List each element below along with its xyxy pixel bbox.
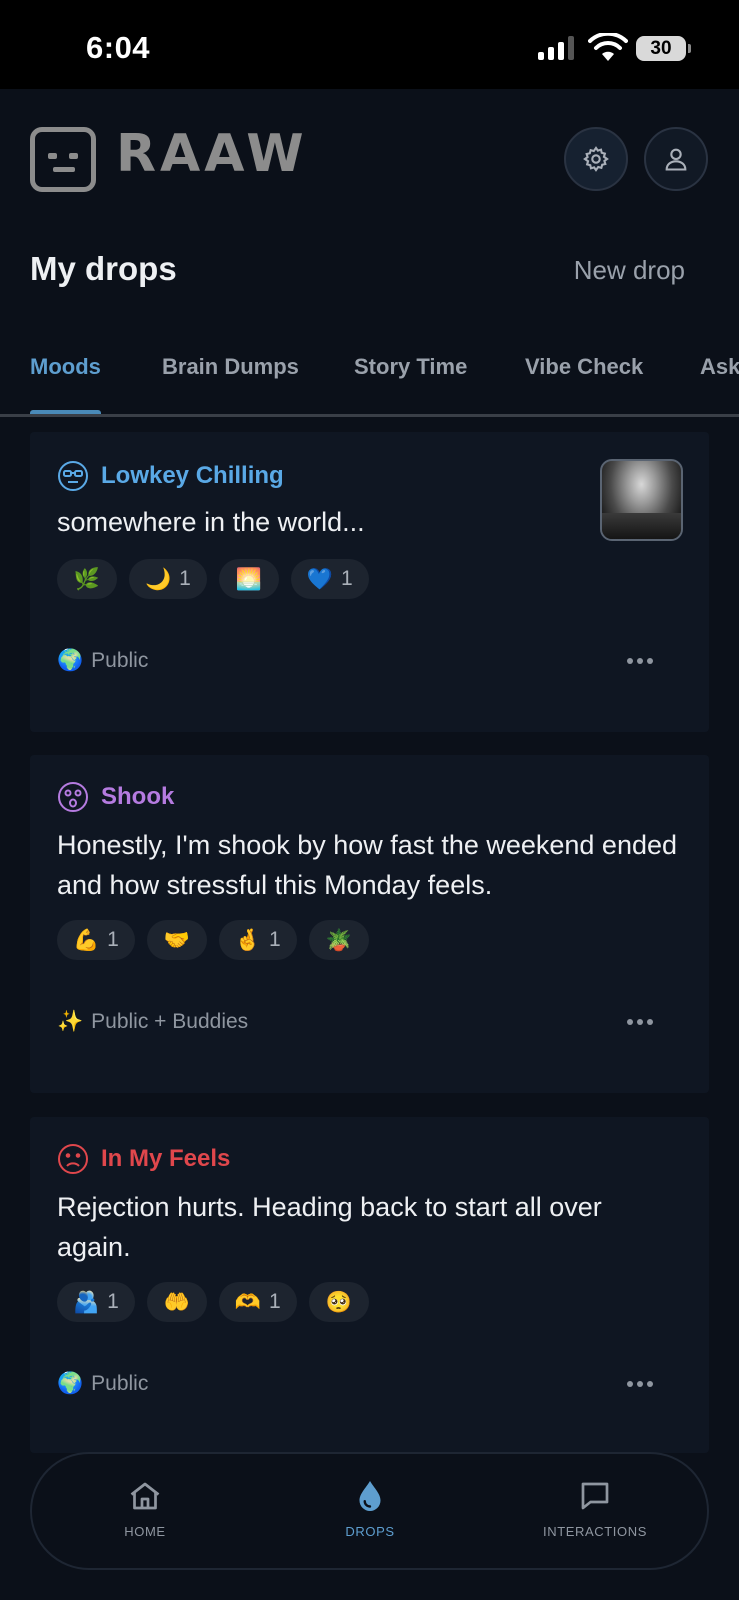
- mood-label: In My Feels: [101, 1145, 231, 1172]
- nav-interactions-label: INTERACTIONS: [543, 1524, 647, 1539]
- reaction-chip[interactable]: 🤝: [146, 920, 207, 960]
- tab-brain-dumps[interactable]: Brain Dumps: [162, 354, 299, 380]
- reaction-chip[interactable]: 🌿: [57, 559, 117, 599]
- tabs-divider: [0, 414, 739, 417]
- globe-icon: 🌍: [57, 648, 84, 672]
- reaction-chip[interactable]: 🪴: [308, 920, 369, 960]
- category-tabs: Moods Brain Dumps Story Time Vibe Check …: [0, 350, 739, 416]
- profile-button[interactable]: [644, 127, 708, 191]
- reaction-chip[interactable]: 🫶 1: [218, 1282, 297, 1322]
- nav-interactions[interactable]: INTERACTIONS: [525, 1478, 665, 1539]
- sparkles-icon: ✨: [57, 1009, 84, 1033]
- status-bar: 6:04 30: [0, 0, 739, 89]
- gear-icon: [583, 146, 609, 172]
- battery-icon: 30: [636, 36, 686, 61]
- tab-ask[interactable]: Ask: [700, 354, 739, 380]
- cellular-signal-icon: [538, 36, 574, 60]
- drop-icon: [359, 1481, 381, 1511]
- reactions-row: 💪 1 🤝 🤞 1 🪴: [57, 920, 369, 960]
- nav-drops-label: DROPS: [345, 1524, 395, 1539]
- tab-vibe-check[interactable]: Vibe Check: [525, 354, 643, 380]
- person-icon: [665, 148, 687, 171]
- reaction-chip[interactable]: 🥺: [308, 1282, 369, 1322]
- drop-text: Honestly, I'm shook by how fast the week…: [57, 830, 678, 900]
- mood-header: Shook: [57, 781, 174, 813]
- chat-bubble-icon: [581, 1482, 609, 1510]
- drop-text: somewhere in the world...: [57, 507, 365, 537]
- more-options-button[interactable]: [627, 658, 653, 664]
- mood-label: Lowkey Chilling: [101, 462, 284, 489]
- drop-card[interactable]: In My Feels Rejection hurts. Heading bac…: [30, 1117, 709, 1453]
- home-icon: [130, 1482, 160, 1510]
- drop-text: Rejection hurts. Heading back to start a…: [57, 1192, 602, 1262]
- sunglasses-face-icon: [58, 461, 88, 491]
- reaction-chip[interactable]: 🫂 1: [57, 1282, 135, 1322]
- battery-level: 30: [650, 37, 672, 59]
- tab-moods[interactable]: Moods: [30, 354, 101, 380]
- bottom-navigation: HOME DROPS INTERACTIONS: [30, 1452, 709, 1570]
- nav-home-label: HOME: [124, 1524, 166, 1539]
- reaction-chip[interactable]: 🌅: [218, 559, 279, 599]
- tab-story-time[interactable]: Story Time: [354, 354, 467, 380]
- app-logo-text: RAAW: [116, 124, 308, 184]
- reactions-row: 🫂 1 🤲 🫶 1 🥺: [57, 1282, 369, 1322]
- sad-face-icon: [58, 1144, 88, 1174]
- nav-drops[interactable]: DROPS: [300, 1478, 440, 1539]
- robot-face-icon: [30, 127, 96, 192]
- nav-home[interactable]: HOME: [75, 1478, 215, 1539]
- globe-icon: 🌍: [57, 1371, 84, 1395]
- wifi-icon: [588, 33, 628, 61]
- drop-card[interactable]: Shook Honestly, I'm shook by how fast th…: [30, 755, 709, 1093]
- drop-card[interactable]: Lowkey Chilling somewhere in the world..…: [30, 432, 709, 732]
- status-time: 6:04: [86, 30, 151, 65]
- settings-button[interactable]: [564, 127, 628, 191]
- battery-cap: [688, 44, 691, 53]
- drop-photo-thumbnail[interactable]: [600, 459, 683, 541]
- new-drop-button[interactable]: New drop: [574, 255, 685, 286]
- mood-label: Shook: [101, 783, 175, 810]
- visibility-label: ✨ Public + Buddies: [57, 1009, 249, 1033]
- reaction-chip[interactable]: 🌙 1: [129, 559, 207, 599]
- reaction-chip[interactable]: 💪 1: [57, 920, 135, 960]
- reaction-chip[interactable]: 💙 1: [290, 559, 369, 599]
- more-options-button[interactable]: [627, 1381, 653, 1387]
- reaction-chip[interactable]: 🤞 1: [218, 920, 297, 960]
- visibility-label: 🌍 Public: [57, 1371, 149, 1395]
- mood-header: In My Feels: [57, 1143, 230, 1175]
- reaction-chip[interactable]: 🤲: [146, 1282, 207, 1322]
- more-options-button[interactable]: [627, 1019, 653, 1025]
- reactions-row: 🌿 🌙 1 🌅 💙 1: [57, 559, 369, 599]
- shocked-face-icon: [58, 782, 88, 812]
- mood-header: Lowkey Chilling: [57, 460, 284, 492]
- page-title: My drops: [30, 250, 177, 287]
- visibility-label: 🌍 Public: [57, 648, 149, 672]
